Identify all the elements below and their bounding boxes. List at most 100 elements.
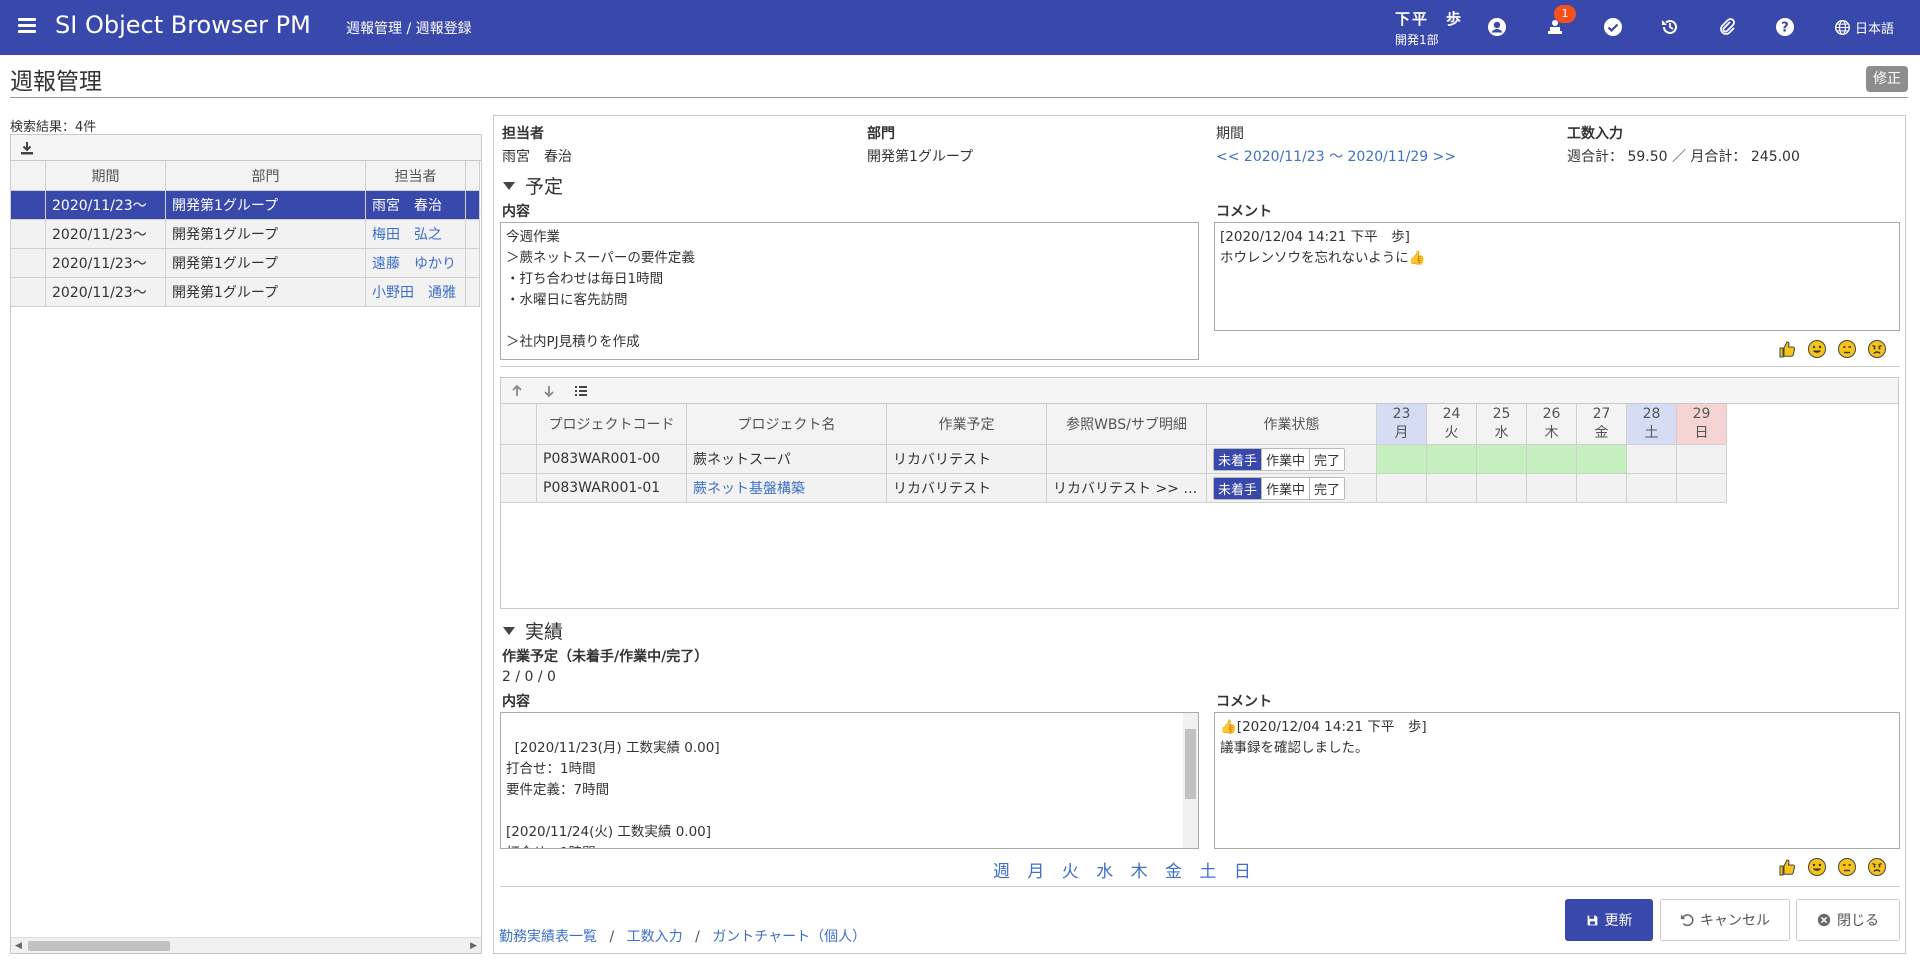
plan-comment-label: コメント xyxy=(1216,204,1272,220)
day-cell[interactable] xyxy=(1676,444,1727,474)
column-header-dept[interactable]: 部門 xyxy=(165,160,366,191)
plan-section-toggle[interactable]: 予定 xyxy=(503,172,563,199)
move-up-icon[interactable] xyxy=(509,383,525,399)
smile-face-icon[interactable] xyxy=(1807,339,1827,359)
actual-comment-textarea[interactable]: 👍[2020/12/04 14:21 下平 歩] 議事録を確認しました。 xyxy=(1214,712,1900,849)
day-cell[interactable] xyxy=(1526,473,1577,503)
scroll-right-icon[interactable]: ▶ xyxy=(470,941,477,951)
table-row[interactable]: 2020/11/23〜 開発第1グループ 遠藤 ゆかり xyxy=(10,248,480,278)
download-icon[interactable] xyxy=(19,140,35,156)
scroll-thumb[interactable] xyxy=(28,941,170,951)
angry-face-icon[interactable] xyxy=(1867,857,1887,877)
column-header-wbs[interactable]: 参照WBS/サブ明細 xyxy=(1046,403,1207,445)
day-cell[interactable] xyxy=(1526,444,1577,474)
attachment-icon[interactable] xyxy=(1716,16,1738,38)
day-cell[interactable] xyxy=(1376,444,1427,474)
smile-face-icon[interactable] xyxy=(1807,857,1827,877)
link-separator: / xyxy=(695,929,700,945)
top-bar: SI Object Browser PM 週報管理 / 週報登録 下平 歩 開発… xyxy=(0,0,1920,55)
scroll-left-icon[interactable]: ◀ xyxy=(15,941,22,951)
cancel-button[interactable]: キャンセル xyxy=(1660,899,1790,941)
day-cell[interactable] xyxy=(1476,473,1527,503)
user-info[interactable]: 下平 歩 開発1部 xyxy=(1395,8,1463,48)
cell-task[interactable]: リカバリテスト xyxy=(886,473,1047,503)
hamburger-menu-icon[interactable] xyxy=(18,18,36,34)
update-button[interactable]: 更新 xyxy=(1565,899,1653,941)
svg-text:?: ? xyxy=(1781,21,1789,36)
day-cell[interactable] xyxy=(1676,473,1727,503)
actual-content-textarea[interactable]: [2020/11/23(月) 工数実績 0.00] 打合せ：1時間 要件定義：7… xyxy=(500,712,1199,849)
status-in-progress-button[interactable]: 作業中 xyxy=(1262,448,1311,470)
day-nav-links[interactable]: 週 月 火 水 木 金 土 日 xyxy=(993,857,1257,882)
plan-task-grid: プロジェクトコード プロジェクト名 作業予定 参照WBS/サブ明細 作業状態 2… xyxy=(500,377,1899,609)
thumbs-up-icon[interactable] xyxy=(1777,339,1797,359)
neutral-face-icon[interactable] xyxy=(1837,339,1857,359)
day-cell[interactable] xyxy=(1426,444,1477,474)
day-cell[interactable] xyxy=(1576,473,1627,503)
period-label: 期間 xyxy=(1216,126,1244,142)
app-title[interactable]: SI Object Browser PM xyxy=(55,11,311,39)
table-row[interactable]: 2020/11/23〜 開発第1グループ 梅田 弘之 xyxy=(10,219,480,249)
language-selector[interactable]: 日本語 xyxy=(1834,18,1894,37)
actual-section-toggle[interactable]: 実績 xyxy=(503,617,563,644)
angry-face-icon[interactable] xyxy=(1867,339,1887,359)
move-down-icon[interactable] xyxy=(541,383,557,399)
day-header-sun: 29 日 xyxy=(1676,403,1727,445)
attendance-list-link[interactable]: 勤務実績表一覧 xyxy=(499,929,597,945)
column-header-status[interactable]: 作業状態 xyxy=(1206,403,1377,445)
cell-person-link[interactable]: 梅田 弘之 xyxy=(365,219,466,249)
cell-person-link[interactable]: 遠藤 ゆかり xyxy=(365,248,466,278)
horizontal-scrollbar[interactable]: ◀ ▶ xyxy=(11,937,481,953)
status-not-started-button[interactable]: 未着手 xyxy=(1214,477,1263,499)
hours-input-link[interactable]: 工数入力 xyxy=(627,929,683,945)
status-not-started-button[interactable]: 未着手 xyxy=(1214,448,1263,470)
table-row[interactable]: P083WAR001-00 蕨ネットスーパ リカバリテスト 未着手 作業中 完了 xyxy=(500,444,1727,474)
period-prev-link[interactable]: << xyxy=(1216,149,1239,165)
status-toggle: 未着手 作業中 完了 xyxy=(1213,447,1346,471)
cell-extra xyxy=(465,219,480,249)
person-label: 担当者 xyxy=(502,126,544,142)
column-header-period[interactable]: 期間 xyxy=(45,160,166,191)
user-name: 下平 歩 xyxy=(1395,10,1464,28)
day-header-fri: 27 金 xyxy=(1576,403,1627,445)
vertical-scrollbar[interactable] xyxy=(1183,713,1198,848)
cell-person-link[interactable]: 小野田 通雅 xyxy=(365,277,466,307)
gantt-chart-link[interactable]: ガントチャート（個人） xyxy=(712,929,866,945)
cell-wbs[interactable]: リカバリテスト >> … xyxy=(1046,473,1207,503)
scroll-thumb[interactable] xyxy=(1185,729,1196,799)
day-cell[interactable] xyxy=(1376,473,1427,503)
close-button[interactable]: 閉じる xyxy=(1796,899,1900,941)
day-cell[interactable] xyxy=(1426,473,1477,503)
footer-divider xyxy=(500,886,1900,887)
history-icon[interactable] xyxy=(1659,16,1681,38)
cell-task[interactable]: リカバリテスト xyxy=(886,444,1047,474)
cell-wbs[interactable] xyxy=(1046,444,1207,474)
list-icon[interactable] xyxy=(573,383,589,399)
status-done-button[interactable]: 完了 xyxy=(1310,448,1345,470)
table-row[interactable]: P083WAR001-01 蕨ネット基盤構築 リカバリテスト リカバリテスト >… xyxy=(500,473,1727,503)
period-next-link[interactable]: >> xyxy=(1433,149,1456,165)
account-icon[interactable] xyxy=(1486,16,1508,38)
neutral-face-icon[interactable] xyxy=(1837,857,1857,877)
column-header-task[interactable]: 作業予定 xyxy=(886,403,1047,445)
cell-project-name-link[interactable]: 蕨ネット基盤構築 xyxy=(686,473,887,503)
status-done-button[interactable]: 完了 xyxy=(1310,477,1345,499)
column-header-project-code[interactable]: プロジェクトコード xyxy=(536,403,687,445)
day-cell[interactable] xyxy=(1476,444,1527,474)
cell-person[interactable]: 雨宮 春治 xyxy=(365,190,466,220)
plan-content-textarea[interactable]: 今週作業 ＞蕨ネットスーパーの要件定義 ・打ち合わせは毎日1時間 ・水曜日に客先… xyxy=(500,222,1199,360)
thumbs-up-icon[interactable] xyxy=(1777,857,1797,877)
day-cell[interactable] xyxy=(1626,473,1677,503)
help-icon[interactable]: ? xyxy=(1774,16,1796,38)
row-header xyxy=(500,473,537,503)
day-cell[interactable] xyxy=(1626,444,1677,474)
table-row[interactable]: 2020/11/23〜 開発第1グループ 雨宮 春治 xyxy=(10,190,480,220)
day-cell[interactable] xyxy=(1576,444,1627,474)
check-circle-icon[interactable] xyxy=(1602,16,1624,38)
column-header-person[interactable]: 担当者 xyxy=(365,160,466,191)
edit-button[interactable]: 修正 xyxy=(1866,66,1908,92)
column-header-project-name[interactable]: プロジェクト名 xyxy=(686,403,887,445)
status-in-progress-button[interactable]: 作業中 xyxy=(1262,477,1311,499)
plan-comment-textarea[interactable]: [2020/12/04 14:21 下平 歩] ホウレンソウを忘れないように👍 xyxy=(1214,222,1900,331)
table-row[interactable]: 2020/11/23〜 開発第1グループ 小野田 通雅 xyxy=(10,277,480,307)
